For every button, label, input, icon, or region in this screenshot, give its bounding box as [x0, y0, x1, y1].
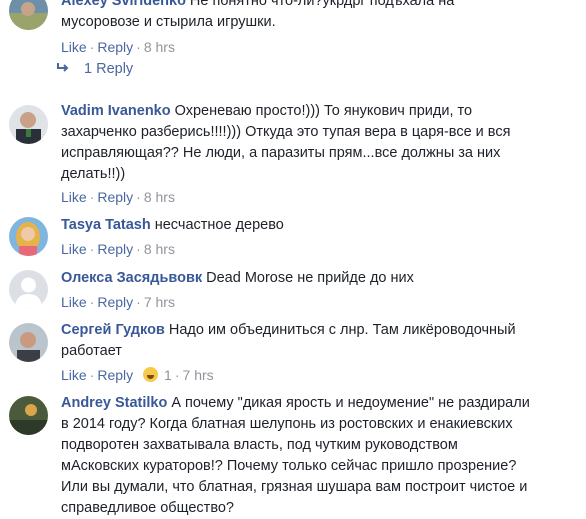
- avatar[interactable]: [9, 0, 48, 30]
- comment-actions: Like · Reply · 8 hrs: [61, 241, 175, 257]
- reply-button[interactable]: Reply: [97, 241, 133, 257]
- avatar[interactable]: [9, 270, 48, 309]
- comment-text: Vadim Ivanenko Охреневаю просто!))) То ян…: [61, 103, 511, 182]
- like-button[interactable]: Like: [61, 189, 87, 205]
- reaction-count[interactable]: 1: [164, 367, 172, 383]
- comment-actions: Like · Reply 1 · 7 hrs: [61, 367, 214, 383]
- like-button[interactable]: Like: [61, 294, 87, 310]
- comment-author[interactable]: Сергей Гудков: [61, 322, 165, 338]
- timestamp[interactable]: 8 hrs: [144, 39, 175, 55]
- view-replies-link[interactable]: 1 Reply: [56, 61, 133, 77]
- timestamp[interactable]: 7 hrs: [183, 367, 214, 383]
- comment-actions: Like · Reply · 7 hrs: [61, 294, 175, 310]
- reply-button[interactable]: Reply: [97, 39, 133, 55]
- comment-text: Олекса Засядьвовк Dead Morose не прийде д…: [61, 270, 414, 286]
- comment-actions: Like · Reply · 8 hrs: [61, 189, 175, 205]
- comment-text: Andrey Statilko А почему "дикая ярость и …: [61, 395, 530, 516]
- haha-reaction-icon[interactable]: [143, 367, 159, 382]
- reply-arrow-icon: [56, 61, 70, 77]
- timestamp[interactable]: 8 hrs: [144, 241, 175, 257]
- comment-author[interactable]: Олекса Засядьвовк: [61, 270, 202, 286]
- avatar[interactable]: [9, 105, 48, 144]
- comment-text: Tasya Tatash несчастное дерево: [61, 217, 284, 233]
- like-button[interactable]: Like: [61, 367, 87, 383]
- like-button[interactable]: Like: [61, 241, 87, 257]
- comment-text: Alexey Sviridenko Не понятно что-ли?укрдр…: [61, 0, 578, 33]
- avatar[interactable]: [9, 323, 48, 362]
- comment-actions: Like · Reply · 8 hrs: [61, 39, 175, 55]
- comment-author[interactable]: Vadim Ivanenko: [61, 103, 171, 119]
- avatar[interactable]: [9, 396, 48, 435]
- reply-button[interactable]: Reply: [97, 294, 133, 310]
- reply-button[interactable]: Reply: [97, 189, 133, 205]
- comment-author[interactable]: Alexey Sviridenko: [61, 0, 186, 9]
- comment-author[interactable]: Andrey Statilko: [61, 395, 167, 411]
- like-button[interactable]: Like: [61, 39, 87, 55]
- timestamp[interactable]: 7 hrs: [144, 294, 175, 310]
- comment-text: Сергей Гудков Надо им объединиться с лнр.…: [61, 322, 516, 359]
- comment-author[interactable]: Tasya Tatash: [61, 217, 151, 233]
- avatar[interactable]: [9, 217, 48, 256]
- timestamp[interactable]: 8 hrs: [144, 189, 175, 205]
- reply-button[interactable]: Reply: [97, 367, 133, 383]
